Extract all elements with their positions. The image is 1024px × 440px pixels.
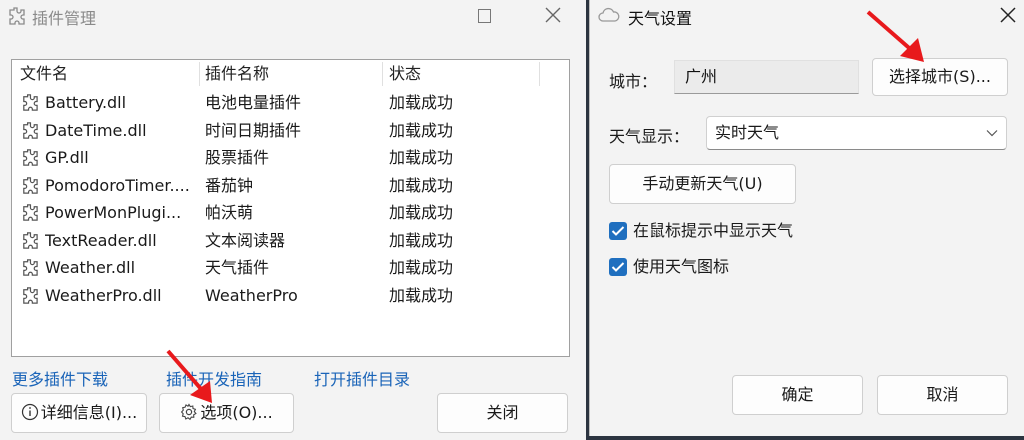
plugin-name: 电池电量插件 [205,93,302,112]
plugin-status: 加载成功 [389,230,454,250]
plugin-row[interactable]: TextReader.dll 文本阅读器 加载成功 [12,227,540,254]
plugin-row[interactable]: Weather.dll 天气插件 加载成功 [12,254,540,281]
column-header-filename[interactable]: 文件名 [20,63,68,85]
weather-display-select[interactable]: 实时天气 [706,116,1007,150]
plugin-icon [23,149,38,166]
plugin-name: 番茄钟 [205,175,254,195]
close-icon [1000,7,1016,23]
plugin-filename: DateTime.dll [45,120,147,140]
dialog-title: 天气设置 [628,9,693,28]
window-close-button[interactable] [530,0,576,32]
show-weather-tooltip-option[interactable]: 在鼠标提示中显示天气 [609,219,869,243]
plugin-name: 股票插件 [205,148,270,167]
plugin-status: 加载成功 [389,120,454,140]
plugin-name: 帕沃萌 [205,203,254,222]
details-button-label: 详细信息(I)... [40,403,138,422]
cancel-button[interactable]: 取消 [877,375,1008,415]
use-weather-icon-checkbox[interactable] [609,258,627,276]
plugin-icon [23,286,38,304]
ok-button[interactable]: 确定 [732,375,863,415]
cloud-icon [598,7,620,22]
plugin-row[interactable]: PomodoroTimer.... 番茄钟 加载成功 [12,172,540,199]
plugin-filename: GP.dll [45,148,89,167]
plugin-icon [23,231,38,249]
plugin-row[interactable]: DateTime.dll 时间日期插件 加载成功 [12,117,540,144]
annotation-arrow-icon [866,10,924,62]
checkmark-icon [611,262,625,272]
plugin-status: 加载成功 [389,258,454,277]
details-button[interactable]: 详细信息(I)... [11,393,147,433]
city-label: 城市： [609,72,658,91]
plugin-filename: Battery.dll [45,93,127,112]
title-bar: 插件管理 [0,0,586,34]
plugin-icon [23,176,38,194]
plugin-name: WeatherPro [205,285,298,305]
plugin-filename: PomodoroTimer.... [45,175,190,195]
column-divider[interactable] [199,62,200,86]
cancel-button-label: 取消 [926,385,959,404]
column-divider[interactable] [382,62,383,86]
weather-display-label: 天气显示： [609,127,690,146]
plugin-status: 加载成功 [389,175,454,195]
select-city-button-label: 选择城市(S)... [889,67,991,86]
column-header-plugin-name[interactable]: 插件名称 [205,63,269,85]
plugin-row[interactable]: GP.dll 股票插件 加载成功 [12,144,540,171]
plugin-row[interactable]: PowerMonPlugi... 帕沃萌 加载成功 [12,199,540,226]
list-header: 文件名 插件名称 状态 [12,60,540,88]
plugin-status: 加载成功 [389,203,454,222]
plugin-name: 文本阅读器 [205,230,286,250]
close-button-label: 关闭 [486,403,519,422]
plugin-row[interactable]: WeatherPro.dll WeatherPro 加载成功 [12,282,540,309]
plugin-icon [23,204,38,221]
plugin-icon [23,259,38,276]
plugin-list[interactable]: 文件名 插件名称 状态 Battery.dll 电池电量插件 加载成功 DateTim… [11,59,570,357]
close-icon [545,7,561,23]
weather-display-value: 实时天气 [715,123,780,142]
ok-button-label: 确定 [781,385,814,404]
plugin-name: 时间日期插件 [205,120,302,140]
plugin-filename: PowerMonPlugi... [45,203,182,222]
show-in-tooltip-label: 在鼠标提示中显示天气 [633,221,794,240]
info-icon [21,403,38,421]
plugin-status: 加载成功 [389,148,454,167]
weather-settings-dialog: 天气设置 城市： 广州 选择城市(S)... 天气显示： 实时天气 手动更新天气… [589,0,1024,436]
chevron-down-icon [986,130,998,137]
more-plugins-link[interactable]: 更多插件下载 [12,366,108,390]
close-button[interactable]: 关闭 [437,393,568,433]
manual-update-button-label: 手动更新天气(U) [642,174,763,193]
annotation-arrow-icon [166,349,212,403]
checkmark-icon [611,226,625,236]
plugin-name: 天气插件 [205,258,270,277]
plugin-filename: Weather.dll [45,258,136,277]
dialog-close-button[interactable] [985,0,1024,32]
maximize-button[interactable] [460,0,506,32]
plugin-filename: TextReader.dll [45,230,157,250]
column-header-status[interactable]: 状态 [389,63,421,85]
use-weather-icon-option[interactable]: 使用天气图标 [609,255,809,279]
plugin-filename: WeatherPro.dll [45,285,162,305]
plugin-status: 加载成功 [389,93,454,112]
plugin-icon [9,7,25,25]
city-field: 广州 [674,60,859,94]
plugin-manager-window: 插件管理 文件名 插件名称 状态 Battery.dll 电池电量插件 加载成功 Da… [0,0,586,440]
plugin-icon [23,121,38,139]
window-title: 插件管理 [32,9,97,28]
show-in-tooltip-checkbox[interactable] [609,222,627,240]
open-plugin-dir-link[interactable]: 打开插件目录 [314,366,410,390]
use-weather-icon-label: 使用天气图标 [633,257,730,276]
plugin-row[interactable]: Battery.dll 电池电量插件 加载成功 [12,89,540,116]
plugin-icon [23,94,38,111]
plugin-status: 加载成功 [389,285,454,305]
column-divider[interactable] [539,62,540,86]
manual-update-button[interactable]: 手动更新天气(U) [609,164,796,204]
